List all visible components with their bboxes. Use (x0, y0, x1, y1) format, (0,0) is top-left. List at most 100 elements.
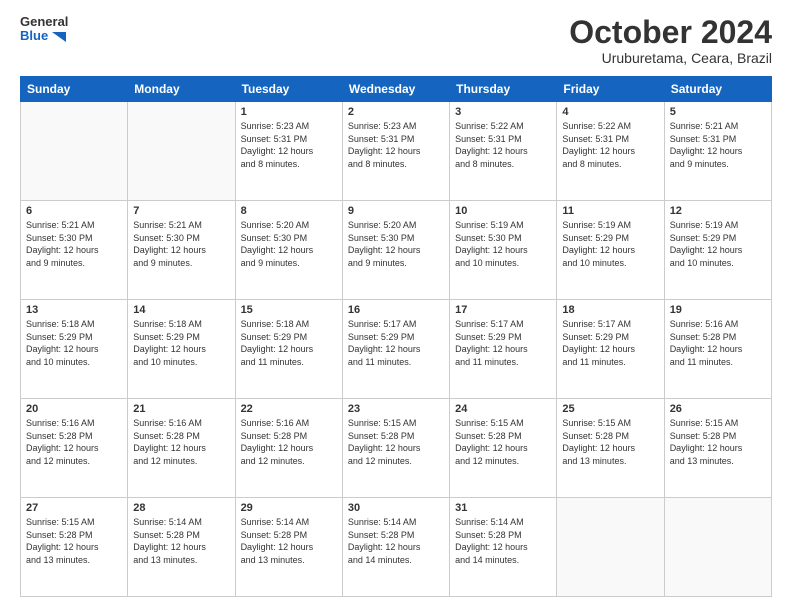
day-info: Sunrise: 5:14 AM Sunset: 5:28 PM Dayligh… (455, 516, 551, 566)
calendar-day-cell: 15 Sunrise: 5:18 AM Sunset: 5:29 PM Dayli… (235, 300, 342, 399)
day-info: Sunrise: 5:23 AM Sunset: 5:31 PM Dayligh… (348, 120, 444, 170)
calendar-day-cell: 28 Sunrise: 5:14 AM Sunset: 5:28 PM Dayli… (128, 498, 235, 597)
day-number: 29 (241, 502, 337, 514)
calendar-week-row: 27 Sunrise: 5:15 AM Sunset: 5:28 PM Dayli… (21, 498, 772, 597)
day-number: 16 (348, 304, 444, 316)
calendar-week-row: 6 Sunrise: 5:21 AM Sunset: 5:30 PM Daylig… (21, 201, 772, 300)
calendar-day-cell: 2 Sunrise: 5:23 AM Sunset: 5:31 PM Daylig… (342, 102, 449, 201)
calendar-day-cell: 1 Sunrise: 5:23 AM Sunset: 5:31 PM Daylig… (235, 102, 342, 201)
calendar-day-cell: 27 Sunrise: 5:15 AM Sunset: 5:28 PM Dayli… (21, 498, 128, 597)
calendar-day-cell: 20 Sunrise: 5:16 AM Sunset: 5:28 PM Dayli… (21, 399, 128, 498)
calendar-day-cell: 12 Sunrise: 5:19 AM Sunset: 5:29 PM Dayli… (664, 201, 771, 300)
calendar-week-row: 1 Sunrise: 5:23 AM Sunset: 5:31 PM Daylig… (21, 102, 772, 201)
calendar-header-row: SundayMondayTuesdayWednesdayThursdayFrid… (21, 77, 772, 102)
page: General Blue October 2024 Uruburetama, C… (0, 0, 792, 612)
day-info: Sunrise: 5:15 AM Sunset: 5:28 PM Dayligh… (26, 516, 122, 566)
calendar-header-cell: Saturday (664, 77, 771, 102)
day-number: 15 (241, 304, 337, 316)
day-info: Sunrise: 5:14 AM Sunset: 5:28 PM Dayligh… (133, 516, 229, 566)
day-number: 27 (26, 502, 122, 514)
calendar-week-row: 20 Sunrise: 5:16 AM Sunset: 5:28 PM Dayli… (21, 399, 772, 498)
day-number: 26 (670, 403, 766, 415)
day-number: 30 (348, 502, 444, 514)
header: General Blue October 2024 Uruburetama, C… (20, 15, 772, 66)
day-info: Sunrise: 5:18 AM Sunset: 5:29 PM Dayligh… (26, 318, 122, 368)
day-number: 31 (455, 502, 551, 514)
calendar-day-cell: 13 Sunrise: 5:18 AM Sunset: 5:29 PM Dayli… (21, 300, 128, 399)
calendar-day-cell: 24Sunrise: 5:15 AM Sunset: 5:28 PM Dayli… (450, 399, 557, 498)
calendar-header-cell: Wednesday (342, 77, 449, 102)
day-number: 1 (241, 106, 337, 118)
logo-text: General Blue (20, 15, 68, 44)
day-info: Sunrise: 5:23 AM Sunset: 5:31 PM Dayligh… (241, 120, 337, 170)
calendar-day-cell: 31 Sunrise: 5:14 AM Sunset: 5:28 PM Dayli… (450, 498, 557, 597)
calendar-day-cell: 17 Sunrise: 5:17 AM Sunset: 5:29 PM Dayli… (450, 300, 557, 399)
day-number: 8 (241, 205, 337, 217)
calendar-day-cell: 5Sunrise: 5:21 AM Sunset: 5:31 PM Daylig… (664, 102, 771, 201)
day-number: 23 (348, 403, 444, 415)
calendar-header-cell: Tuesday (235, 77, 342, 102)
day-number: 7 (133, 205, 229, 217)
logo-arrow-icon (52, 32, 66, 42)
day-info: Sunrise: 5:17 AM Sunset: 5:29 PM Dayligh… (455, 318, 551, 368)
calendar-day-cell: 30Sunrise: 5:14 AM Sunset: 5:28 PM Dayli… (342, 498, 449, 597)
day-info: Sunrise: 5:20 AM Sunset: 5:30 PM Dayligh… (241, 219, 337, 269)
day-number: 28 (133, 502, 229, 514)
calendar-day-cell: 18 Sunrise: 5:17 AM Sunset: 5:29 PM Dayli… (557, 300, 664, 399)
day-info: Sunrise: 5:15 AM Sunset: 5:28 PM Dayligh… (348, 417, 444, 467)
day-info: Sunrise: 5:21 AM Sunset: 5:30 PM Dayligh… (26, 219, 122, 269)
calendar-day-cell (128, 102, 235, 201)
calendar-day-cell: 21 Sunrise: 5:16 AM Sunset: 5:28 PM Dayli… (128, 399, 235, 498)
logo-blue: Blue (20, 29, 68, 43)
calendar-day-cell: 26 Sunrise: 5:15 AM Sunset: 5:28 PM Dayli… (664, 399, 771, 498)
day-number: 13 (26, 304, 122, 316)
calendar-day-cell: 9Sunrise: 5:20 AM Sunset: 5:30 PM Daylig… (342, 201, 449, 300)
day-info: Sunrise: 5:17 AM Sunset: 5:29 PM Dayligh… (348, 318, 444, 368)
day-number: 12 (670, 205, 766, 217)
day-number: 17 (455, 304, 551, 316)
calendar-day-cell: 10Sunrise: 5:19 AM Sunset: 5:30 PM Dayli… (450, 201, 557, 300)
calendar-header-cell: Monday (128, 77, 235, 102)
day-info: Sunrise: 5:18 AM Sunset: 5:29 PM Dayligh… (241, 318, 337, 368)
calendar-day-cell (664, 498, 771, 597)
day-info: Sunrise: 5:16 AM Sunset: 5:28 PM Dayligh… (26, 417, 122, 467)
day-info: Sunrise: 5:17 AM Sunset: 5:29 PM Dayligh… (562, 318, 658, 368)
day-number: 20 (26, 403, 122, 415)
calendar-table: SundayMondayTuesdayWednesdayThursdayFrid… (20, 76, 772, 597)
calendar-header-cell: Friday (557, 77, 664, 102)
day-number: 3 (455, 106, 551, 118)
day-info: Sunrise: 5:15 AM Sunset: 5:28 PM Dayligh… (670, 417, 766, 467)
day-info: Sunrise: 5:16 AM Sunset: 5:28 PM Dayligh… (241, 417, 337, 467)
calendar-day-cell: 6 Sunrise: 5:21 AM Sunset: 5:30 PM Daylig… (21, 201, 128, 300)
calendar-day-cell (21, 102, 128, 201)
calendar-day-cell: 14Sunrise: 5:18 AM Sunset: 5:29 PM Dayli… (128, 300, 235, 399)
day-number: 14 (133, 304, 229, 316)
calendar-day-cell: 7Sunrise: 5:21 AM Sunset: 5:30 PM Daylig… (128, 201, 235, 300)
day-number: 19 (670, 304, 766, 316)
calendar-day-cell: 8 Sunrise: 5:20 AM Sunset: 5:30 PM Daylig… (235, 201, 342, 300)
day-number: 11 (562, 205, 658, 217)
day-number: 22 (241, 403, 337, 415)
day-info: Sunrise: 5:14 AM Sunset: 5:28 PM Dayligh… (241, 516, 337, 566)
day-info: Sunrise: 5:19 AM Sunset: 5:29 PM Dayligh… (670, 219, 766, 269)
day-number: 18 (562, 304, 658, 316)
calendar-day-cell: 25 Sunrise: 5:15 AM Sunset: 5:28 PM Dayli… (557, 399, 664, 498)
day-number: 24 (455, 403, 551, 415)
calendar-day-cell: 22 Sunrise: 5:16 AM Sunset: 5:28 PM Dayli… (235, 399, 342, 498)
day-number: 4 (562, 106, 658, 118)
calendar-day-cell: 19Sunrise: 5:16 AM Sunset: 5:28 PM Dayli… (664, 300, 771, 399)
day-number: 6 (26, 205, 122, 217)
day-info: Sunrise: 5:16 AM Sunset: 5:28 PM Dayligh… (133, 417, 229, 467)
day-number: 25 (562, 403, 658, 415)
day-number: 21 (133, 403, 229, 415)
logo: General Blue (20, 15, 68, 44)
calendar-day-cell (557, 498, 664, 597)
calendar-header-cell: Sunday (21, 77, 128, 102)
day-number: 2 (348, 106, 444, 118)
location: Uruburetama, Ceara, Brazil (569, 50, 772, 66)
day-number: 10 (455, 205, 551, 217)
day-info: Sunrise: 5:20 AM Sunset: 5:30 PM Dayligh… (348, 219, 444, 269)
title-block: October 2024 Uruburetama, Ceara, Brazil (569, 15, 772, 66)
day-info: Sunrise: 5:15 AM Sunset: 5:28 PM Dayligh… (562, 417, 658, 467)
month-title: October 2024 (569, 15, 772, 50)
